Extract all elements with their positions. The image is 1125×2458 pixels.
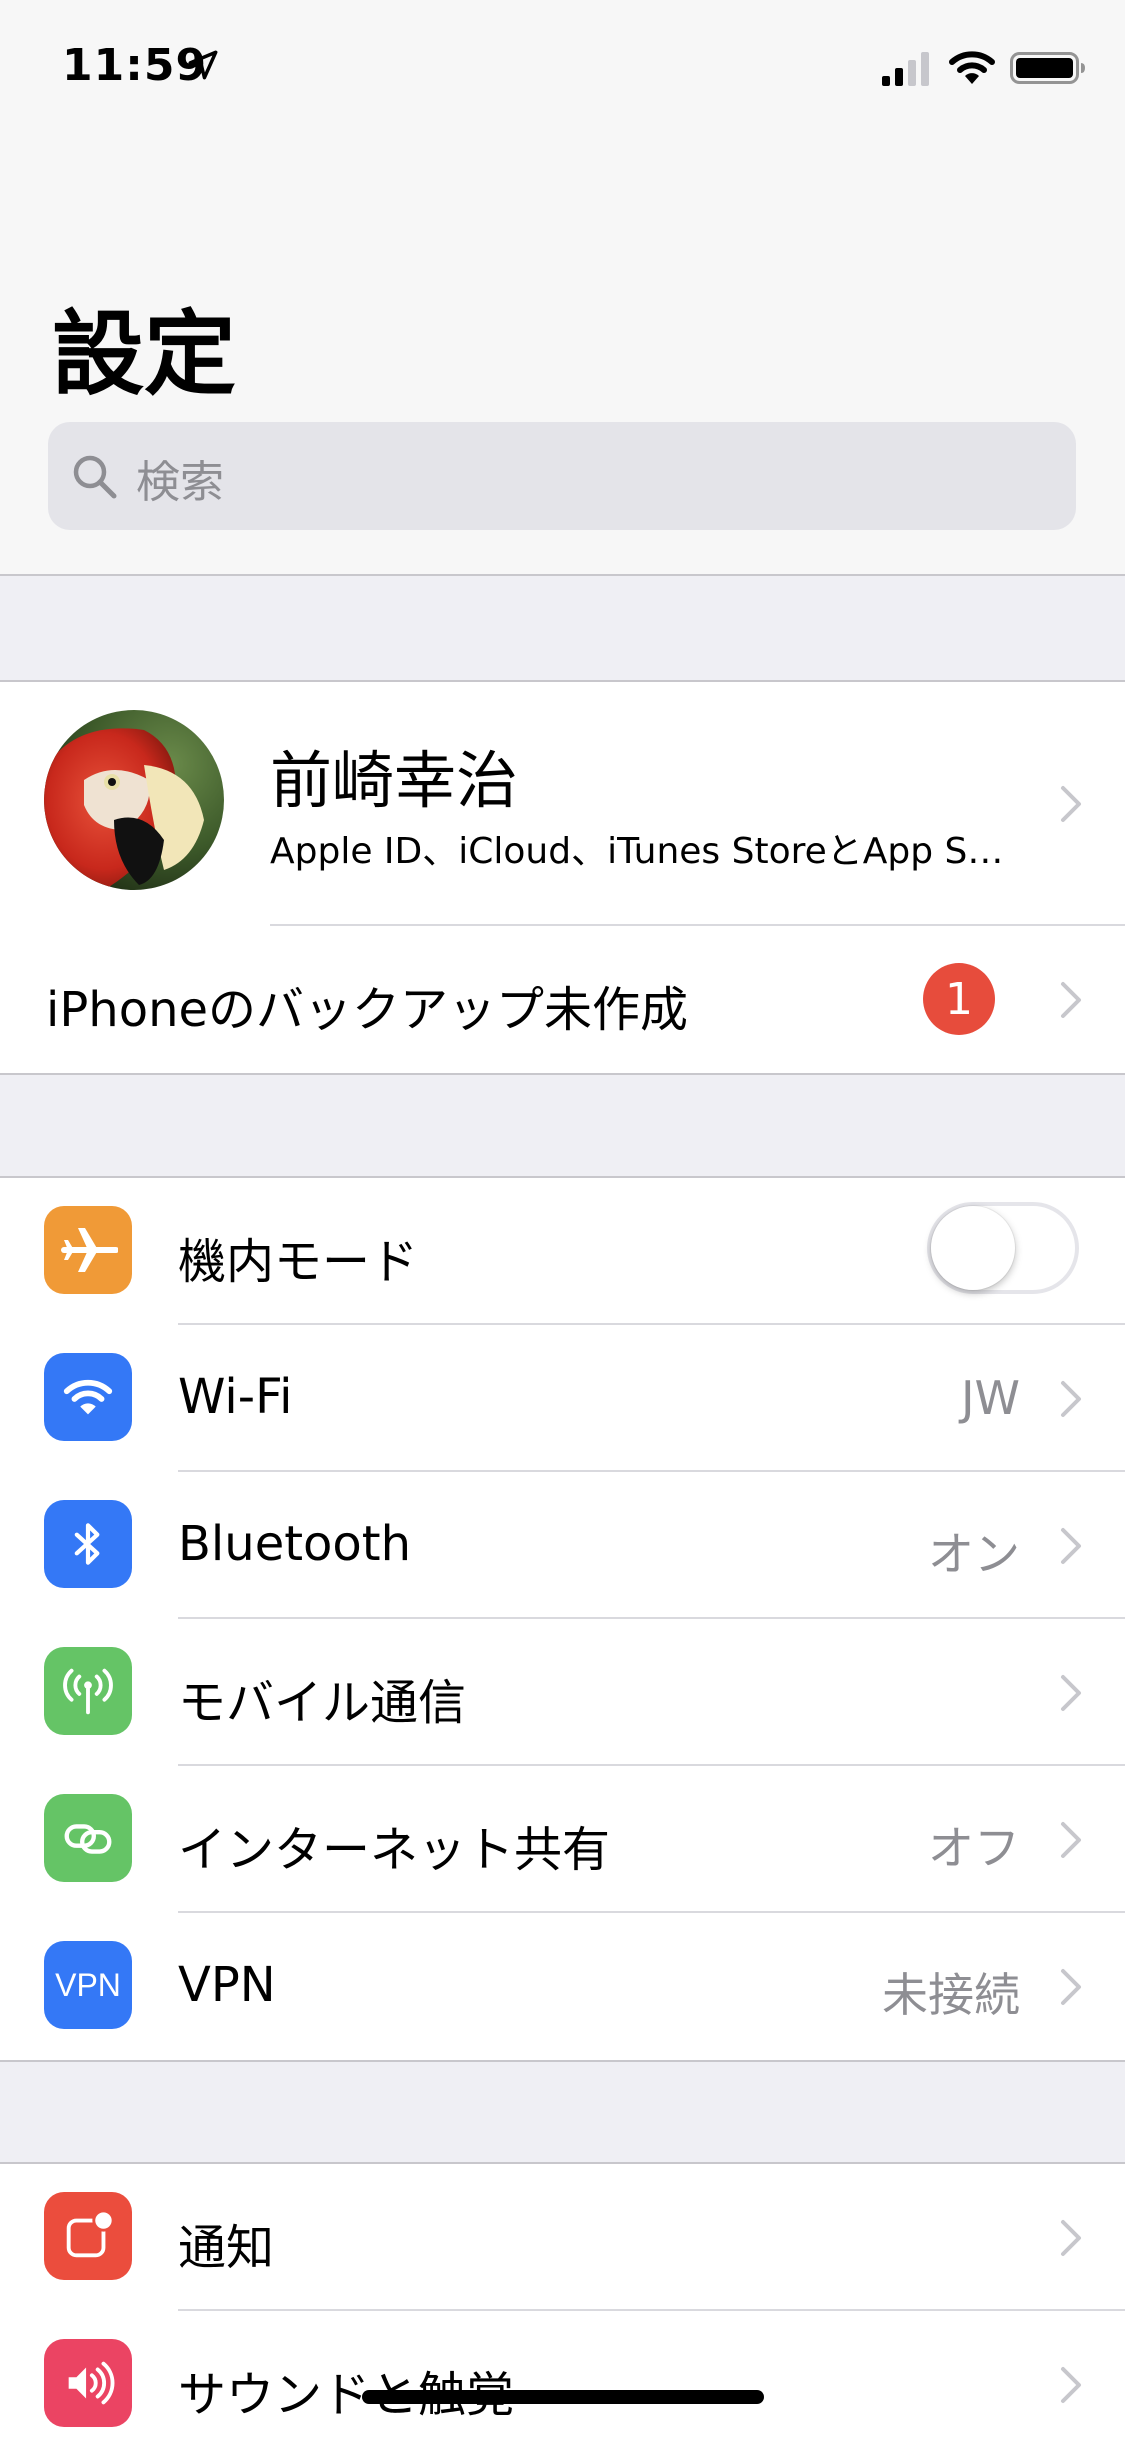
wifi-row[interactable]: Wi-Fi JW xyxy=(0,1325,1125,1472)
chevron-right-icon xyxy=(1061,1822,1081,1858)
bluetooth-icon xyxy=(44,1500,132,1588)
bluetooth-label: Bluetooth xyxy=(178,1516,412,1572)
notification-badge: 1 xyxy=(923,963,995,1035)
sound-icon xyxy=(44,2339,132,2427)
mobile-data-label: モバイル通信 xyxy=(178,1675,467,1731)
chevron-right-icon xyxy=(1061,982,1081,1018)
airplane-mode-toggle[interactable] xyxy=(927,1202,1079,1294)
vpn-row[interactable]: VPN VPN 未接続 xyxy=(0,1913,1125,2060)
cellular-antenna-icon xyxy=(44,1647,132,1735)
wifi-icon xyxy=(44,1353,132,1441)
chevron-right-icon xyxy=(1061,786,1081,822)
vpn-icon: VPN xyxy=(44,1941,132,2029)
airplane-mode-row: 機内モード xyxy=(0,1178,1125,1325)
search-placeholder: 検索 xyxy=(136,457,224,508)
chevron-right-icon xyxy=(1061,1675,1081,1711)
chevron-right-icon xyxy=(1061,1381,1081,1417)
cellular-signal-icon xyxy=(882,52,929,86)
wifi-value: JW xyxy=(960,1371,1020,1425)
settings-header: 設定 検索 xyxy=(0,140,1125,576)
chevron-right-icon xyxy=(1061,2220,1081,2256)
profile-subtitle: Apple ID、iCloud、iTunes StoreとApp S… xyxy=(270,831,1004,872)
home-indicator[interactable] xyxy=(362,2390,764,2404)
wifi-icon xyxy=(949,51,995,84)
toggle-knob xyxy=(931,1206,1015,1290)
chevron-right-icon xyxy=(1061,1528,1081,1564)
vpn-value: 未接続 xyxy=(882,1968,1020,2022)
battery-icon xyxy=(1010,52,1085,84)
location-arrow-icon xyxy=(188,50,218,80)
notifications-group: 通知 サウンドと触覚 xyxy=(0,2162,1125,2458)
apple-id-row[interactable]: 前崎幸治 Apple ID、iCloud、iTunes StoreとApp S… xyxy=(0,682,1125,926)
bluetooth-row[interactable]: Bluetooth オン xyxy=(0,1472,1125,1619)
vpn-label: VPN xyxy=(178,1957,276,2013)
airplane-mode-label: 機内モード xyxy=(178,1234,419,1290)
hotspot-link-icon xyxy=(44,1794,132,1882)
search-icon xyxy=(73,455,117,499)
personal-hotspot-value: オフ xyxy=(928,1821,1020,1875)
profile-name: 前崎幸治 xyxy=(270,744,519,817)
personal-hotspot-row[interactable]: インターネット共有 オフ xyxy=(0,1766,1125,1913)
backup-label: iPhoneのバックアップ未作成 xyxy=(46,982,689,1038)
avatar xyxy=(44,710,224,890)
parrot-photo xyxy=(44,710,224,890)
status-bar: 11:59 xyxy=(0,0,1125,140)
backup-warning-row[interactable]: iPhoneのバックアップ未作成 1 xyxy=(0,926,1125,1073)
connectivity-group: 機内モード Wi-Fi JW Bluetooth オン モバイル通信 インターネ… xyxy=(0,1176,1125,2062)
bluetooth-value: オン xyxy=(928,1527,1020,1581)
chevron-right-icon xyxy=(1061,2367,1081,2403)
notifications-row[interactable]: 通知 xyxy=(0,2164,1125,2311)
airplane-icon xyxy=(44,1206,132,1294)
notifications-icon xyxy=(44,2192,132,2280)
vpn-icon-text: VPN xyxy=(55,1966,121,2003)
chevron-right-icon xyxy=(1061,1969,1081,2005)
personal-hotspot-label: インターネット共有 xyxy=(178,1822,611,1878)
search-input[interactable]: 検索 xyxy=(48,422,1076,530)
mobile-data-row[interactable]: モバイル通信 xyxy=(0,1619,1125,1766)
profile-group: 前崎幸治 Apple ID、iCloud、iTunes StoreとApp S…… xyxy=(0,680,1125,1075)
page-title: 設定 xyxy=(52,301,237,408)
notifications-label: 通知 xyxy=(178,2220,275,2276)
wifi-label: Wi-Fi xyxy=(178,1369,293,1425)
